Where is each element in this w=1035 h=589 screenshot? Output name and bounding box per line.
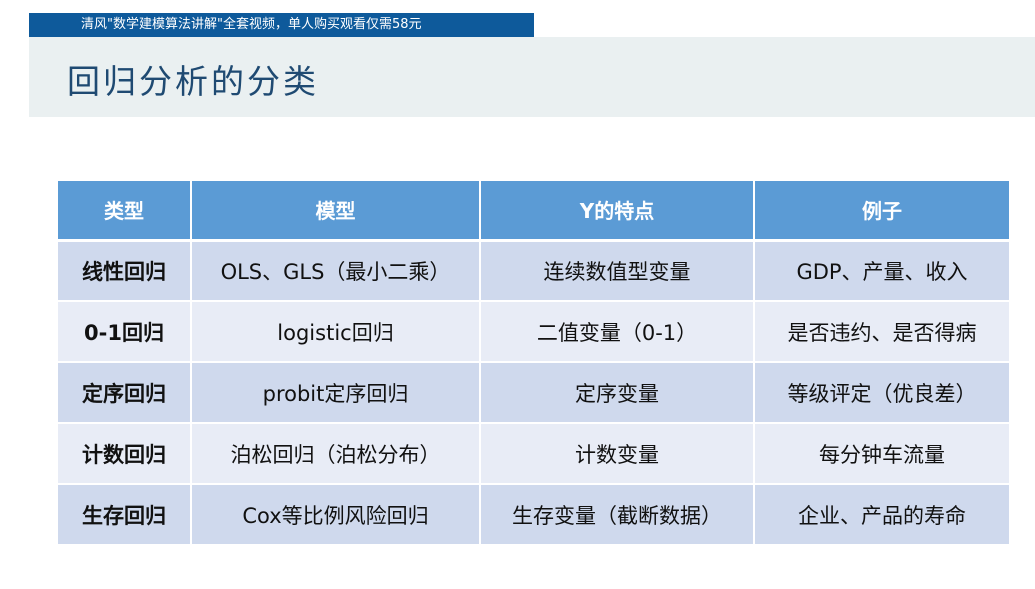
table-row: 生存回归 Cox等比例风险回归 生存变量（截断数据） 企业、产品的寿命 xyxy=(58,484,1009,546)
promo-banner: 清风"数学建模算法讲解"全套视频，单人购买观看仅需58元 xyxy=(29,13,534,37)
cell-model: logistic回归 xyxy=(191,301,481,363)
cell-type: 0-1回归 xyxy=(58,301,192,363)
header-type: 类型 xyxy=(58,181,192,242)
regression-classification-table: 类型 模型 Y的特点 例子 线性回归 OLS、GLS（最小二乘） 连续数值型变量… xyxy=(58,181,1009,546)
cell-model: probit定序回归 xyxy=(191,362,481,424)
cell-y-feature: 连续数值型变量 xyxy=(480,240,755,302)
cell-example: 是否违约、是否得病 xyxy=(754,301,1009,363)
cell-y-feature: 生存变量（截断数据） xyxy=(480,484,755,546)
title-bar: 回归分析的分类 xyxy=(29,37,1035,117)
cell-example: 每分钟车流量 xyxy=(754,423,1009,485)
header-model: 模型 xyxy=(191,181,481,242)
cell-y-feature: 计数变量 xyxy=(480,423,755,485)
cell-example: GDP、产量、收入 xyxy=(754,240,1009,302)
table-row: 线性回归 OLS、GLS（最小二乘） 连续数值型变量 GDP、产量、收入 xyxy=(58,240,1009,302)
cell-y-feature: 定序变量 xyxy=(480,362,755,424)
cell-example: 企业、产品的寿命 xyxy=(754,484,1009,546)
table-row: 计数回归 泊松回归（泊松分布） 计数变量 每分钟车流量 xyxy=(58,423,1009,485)
header-y-feature: Y的特点 xyxy=(480,181,755,242)
cell-model: Cox等比例风险回归 xyxy=(191,484,481,546)
slide-title: 回归分析的分类 xyxy=(67,62,319,101)
cell-type: 生存回归 xyxy=(58,484,192,546)
cell-model: OLS、GLS（最小二乘） xyxy=(191,240,481,302)
cell-y-feature: 二值变量（0-1） xyxy=(480,301,755,363)
header-example: 例子 xyxy=(754,181,1009,242)
cell-type: 定序回归 xyxy=(58,362,192,424)
cell-example: 等级评定（优良差） xyxy=(754,362,1009,424)
cell-type: 线性回归 xyxy=(58,240,192,302)
cell-model: 泊松回归（泊松分布） xyxy=(191,423,481,485)
table-row: 定序回归 probit定序回归 定序变量 等级评定（优良差） xyxy=(58,362,1009,424)
table-header-row: 类型 模型 Y的特点 例子 xyxy=(58,181,1009,242)
cell-type: 计数回归 xyxy=(58,423,192,485)
table-row: 0-1回归 logistic回归 二值变量（0-1） 是否违约、是否得病 xyxy=(58,301,1009,363)
